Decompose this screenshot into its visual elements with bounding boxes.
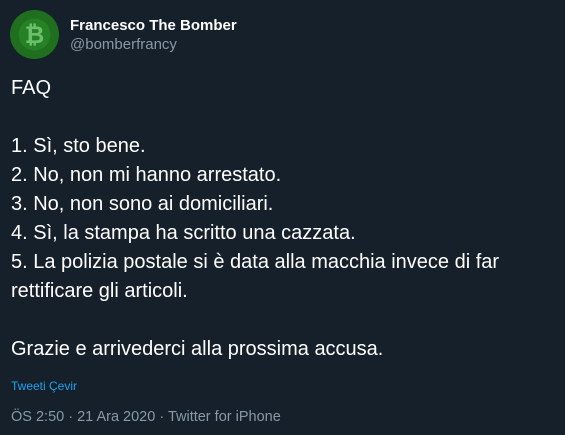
tweet-line: 1. Sì, sto bene.	[11, 135, 146, 157]
display-name[interactable]: Francesco The Bomber	[70, 16, 237, 35]
tweet-line: 3. No, non sono ai domiciliari.	[11, 193, 274, 215]
tweet-metadata: ÖS 2:50 · 21 Ara 2020 · Twitter for iPho…	[11, 408, 281, 426]
tweet-line: FAQ	[11, 77, 52, 99]
meta-separator: ·	[155, 409, 168, 425]
user-info: Francesco The Bomber @bomberfrancy	[70, 16, 237, 54]
tweet-line: 4. Sì, la stampa ha scritto una cazzata.	[11, 222, 356, 244]
user-handle[interactable]: @bomberfrancy	[70, 35, 237, 54]
bitcoin-icon: ₿	[10, 10, 59, 59]
svg-text:₿: ₿	[25, 21, 45, 49]
tweet-text: FAQ 1. Sì, sto bene. 2. No, non mi hanno…	[11, 74, 559, 364]
translate-tweet-link[interactable]: Tweeti Çevir	[11, 378, 77, 394]
meta-separator: ·	[64, 409, 78, 425]
tweet-header: ₿ Francesco The Bomber @bomberfrancy	[10, 10, 237, 59]
tweet-time[interactable]: ÖS 2:50	[11, 409, 64, 425]
tweet-source[interactable]: Twitter for iPhone	[168, 409, 281, 425]
tweet-line: Grazie e arrivederci alla prossima accus…	[11, 338, 384, 360]
tweet-line: 5. La polizia postale si è data alla mac…	[11, 251, 500, 273]
tweet-line: rettificare gli articoli.	[11, 280, 188, 302]
avatar[interactable]: ₿	[10, 10, 59, 59]
tweet-line: 2. No, non mi hanno arrestato.	[11, 164, 282, 186]
tweet-date[interactable]: 21 Ara 2020	[77, 409, 155, 425]
